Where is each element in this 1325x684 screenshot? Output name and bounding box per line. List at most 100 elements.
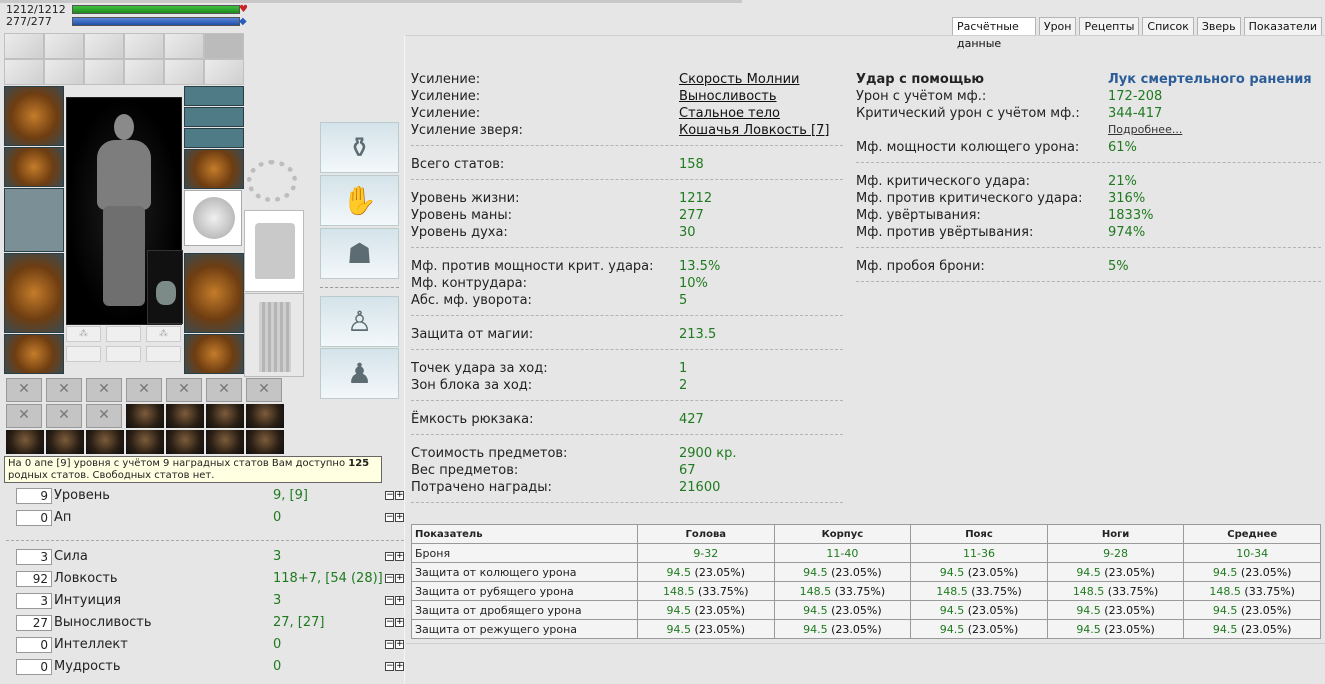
rune-slot[interactable] — [66, 346, 101, 362]
plus-button[interactable]: + — [395, 640, 404, 649]
empty-slot[interactable] — [246, 378, 282, 402]
bag-item[interactable] — [126, 404, 164, 428]
empty-slot[interactable] — [86, 378, 122, 402]
tab-0[interactable]: Расчётные данные — [952, 17, 1036, 50]
scroll-slot[interactable] — [164, 33, 204, 59]
pet-portrait[interactable] — [147, 250, 183, 324]
stat-input[interactable]: 0 — [16, 510, 52, 526]
bow-slot[interactable] — [4, 188, 64, 252]
bracers-slot[interactable] — [4, 147, 64, 187]
minus-button[interactable]: − — [385, 552, 394, 561]
empty-slot[interactable] — [6, 378, 42, 402]
empty-slot[interactable] — [126, 378, 162, 402]
scroll-slot[interactable] — [84, 33, 124, 59]
bag-item[interactable] — [166, 404, 204, 428]
bag-item[interactable] — [126, 430, 164, 454]
minus-button[interactable]: − — [385, 618, 394, 627]
scroll-slot[interactable] — [204, 59, 244, 85]
rune-slot[interactable] — [106, 326, 141, 342]
tab-2[interactable]: Рецепты — [1079, 17, 1140, 36]
enhancement-link[interactable]: Кошачья Ловкость [7] — [679, 122, 829, 139]
scroll-slot[interactable] — [124, 33, 164, 59]
minus-button[interactable]: − — [385, 596, 394, 605]
tab-1[interactable]: Урон — [1038, 17, 1077, 36]
empty-slot[interactable] — [6, 404, 42, 428]
scroll-slot[interactable] — [4, 59, 44, 85]
scroll-slot[interactable] — [44, 59, 84, 85]
rune-slot[interactable]: ⁂ — [66, 326, 101, 342]
stat-input[interactable]: 92 — [16, 571, 52, 587]
bag-item[interactable] — [206, 430, 244, 454]
tab-3[interactable]: Список — [1142, 17, 1194, 36]
bag-item[interactable] — [246, 430, 284, 454]
scroll-slot[interactable] — [4, 33, 44, 59]
hands-icon[interactable]: ✋ — [320, 175, 399, 226]
bag-item[interactable] — [86, 430, 124, 454]
plus-button[interactable]: + — [395, 513, 404, 522]
earring-slots[interactable] — [184, 128, 244, 148]
bag-item[interactable] — [166, 430, 204, 454]
rune-slot[interactable] — [146, 346, 181, 362]
scroll-slot[interactable] — [164, 59, 204, 85]
stat-input[interactable]: 3 — [16, 549, 52, 565]
ring-slots[interactable] — [184, 86, 244, 106]
plus-button[interactable]: + — [395, 618, 404, 627]
enhancement-link[interactable]: Скорость Молнии — [679, 71, 799, 88]
stat-line: Точек удара за ход: 1 — [411, 360, 841, 377]
table-cell: 94.5 (23.05%) — [637, 600, 775, 620]
warrior-stance-icon[interactable]: ♙ — [320, 296, 399, 347]
enhancement-label: Усиление: — [411, 72, 481, 87]
scroll-slot[interactable] — [124, 59, 164, 85]
cat-icon[interactable]: ☗ — [320, 228, 399, 279]
rune-slot[interactable] — [106, 346, 141, 362]
enhancement-link[interactable]: Выносливость — [679, 88, 777, 105]
stat-input[interactable]: 9 — [16, 488, 52, 504]
minus-button[interactable]: − — [385, 574, 394, 583]
bag-item[interactable] — [6, 430, 44, 454]
stat-input[interactable]: 0 — [16, 659, 52, 675]
plus-button[interactable]: + — [395, 574, 404, 583]
plus-button[interactable]: + — [395, 596, 404, 605]
plus-button[interactable]: + — [395, 662, 404, 671]
empty-slot[interactable] — [206, 378, 242, 402]
belt-slot[interactable] — [4, 334, 64, 374]
bag-item[interactable] — [206, 404, 244, 428]
plus-button[interactable]: + — [395, 552, 404, 561]
amulet-slots[interactable] — [184, 107, 244, 127]
shield-slot[interactable] — [184, 190, 242, 246]
tab-5[interactable]: Показатели — [1243, 17, 1322, 36]
gloves-slot[interactable] — [184, 149, 244, 189]
stat-input[interactable]: 0 — [16, 637, 52, 653]
empty-slot[interactable] — [166, 378, 202, 402]
potion-icon[interactable]: ⚱ — [320, 122, 399, 173]
scroll-slot[interactable] — [204, 33, 244, 59]
scroll-slot[interactable] — [44, 33, 84, 59]
bag-item[interactable] — [46, 430, 84, 454]
boots-slot[interactable] — [184, 334, 244, 374]
minus-button[interactable]: − — [385, 513, 394, 522]
plus-button[interactable]: + — [395, 491, 404, 500]
tab-4[interactable]: Зверь — [1196, 17, 1241, 36]
empty-slot[interactable] — [46, 378, 82, 402]
bag-item[interactable] — [246, 404, 284, 428]
stat-input[interactable]: 3 — [16, 593, 52, 609]
armor-slot[interactable] — [4, 253, 64, 333]
stat-input[interactable]: 27 — [16, 615, 52, 631]
row-label: Защита от дробящего урона — [411, 600, 638, 620]
empty-slot[interactable] — [86, 404, 122, 428]
leggings-slot[interactable] — [184, 253, 244, 333]
minus-button[interactable]: − — [385, 662, 394, 671]
section-divider — [411, 247, 843, 248]
minus-button[interactable]: − — [385, 640, 394, 649]
scroll-slot[interactable] — [84, 59, 124, 85]
rune-slot[interactable]: ⁂ — [146, 326, 181, 342]
warrior-pose-icon[interactable]: ♟ — [320, 348, 399, 399]
cloak-slot[interactable] — [244, 293, 304, 377]
minus-button[interactable]: − — [385, 491, 394, 500]
enhancement-link[interactable]: Стальное тело — [679, 105, 780, 122]
weapon-name[interactable]: Лук смертельного ранения — [1108, 71, 1312, 88]
empty-slot[interactable] — [46, 404, 82, 428]
helmet-slot[interactable] — [4, 86, 64, 146]
shirt-slot[interactable] — [244, 210, 304, 292]
more-link[interactable]: Подробнее... — [1108, 121, 1182, 138]
